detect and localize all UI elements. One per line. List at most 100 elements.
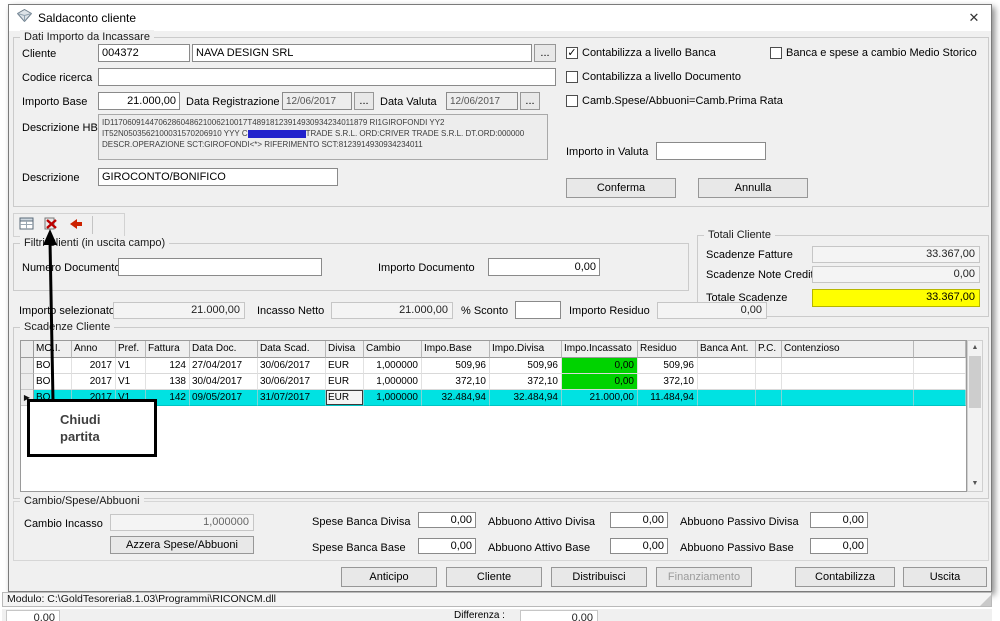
close-icon[interactable]: ✕ bbox=[957, 5, 991, 31]
column-header[interactable]: MO.I. bbox=[34, 341, 72, 358]
abbuono-passivo-divisa-field[interactable] bbox=[810, 512, 868, 528]
incasso-netto-value: 21.000,00 bbox=[331, 302, 453, 319]
column-header[interactable]: Impo.Incassato bbox=[562, 341, 638, 358]
grid-cell bbox=[782, 374, 914, 390]
importo-residuo-label: Importo Residuo bbox=[569, 305, 650, 317]
data-registrazione-field[interactable] bbox=[282, 92, 352, 110]
annulla-button[interactable]: Annulla bbox=[698, 178, 808, 198]
column-header[interactable]: Fattura bbox=[146, 341, 190, 358]
column-header[interactable]: Anno bbox=[72, 341, 116, 358]
grid-cell: 21.000,00 bbox=[562, 390, 638, 406]
scroll-down-icon[interactable]: ▼ bbox=[968, 477, 982, 491]
grid-cell: V1 bbox=[116, 374, 146, 390]
redacted-block bbox=[248, 130, 306, 138]
importo-in-valuta-field[interactable] bbox=[656, 142, 766, 160]
resize-grip-icon[interactable] bbox=[980, 595, 991, 606]
annotation-box: Chiudi partita bbox=[27, 399, 157, 457]
data-valuta-browse-button[interactable]: ... bbox=[520, 92, 540, 110]
cliente-name-field[interactable] bbox=[192, 44, 532, 62]
grid-cell: BO bbox=[34, 358, 72, 374]
hb-line1: ID1170609144706286048621006210017T489181… bbox=[102, 117, 544, 128]
conferma-button[interactable]: Conferma bbox=[566, 178, 676, 198]
cliente-button[interactable]: Cliente bbox=[446, 567, 542, 587]
grid-cell: V1 bbox=[116, 358, 146, 374]
contabilizza-button[interactable]: Contabilizza bbox=[795, 567, 895, 587]
column-header[interactable]: Pref. bbox=[116, 341, 146, 358]
abbuono-attivo-divisa-field[interactable] bbox=[610, 512, 668, 528]
checkbox-medio-storico[interactable]: Banca e spese a cambio Medio Storico bbox=[770, 47, 977, 59]
checkbox-box: ✓ bbox=[566, 47, 578, 59]
distribuisci-button[interactable]: Distribuisci bbox=[551, 567, 647, 587]
abbuono-attivo-base-field[interactable] bbox=[610, 538, 668, 554]
abbuono-passivo-base-label: Abbuono Passivo Base bbox=[680, 542, 794, 554]
abbuono-attivo-divisa-label: Abbuono Attivo Divisa bbox=[488, 516, 595, 528]
codice-ricerca-field[interactable] bbox=[98, 68, 556, 86]
column-header[interactable]: Cambio bbox=[364, 341, 422, 358]
checkbox-contabilizza-banca[interactable]: ✓ Contabilizza a livello Banca bbox=[566, 47, 716, 59]
spese-banca-base-field[interactable] bbox=[418, 538, 476, 554]
abbuono-passivo-base-field[interactable] bbox=[810, 538, 868, 554]
checkbox-camb-spese[interactable]: Camb.Spese/Abbuoni=Camb.Prima Rata bbox=[566, 95, 783, 107]
status-bar: Modulo: C:\GoldTesoreria8.1.03\Programmi… bbox=[2, 592, 992, 607]
grid-cell: 1,000000 bbox=[364, 390, 422, 406]
grid-icon[interactable] bbox=[17, 215, 41, 237]
toolbar bbox=[13, 213, 125, 237]
column-header[interactable]: Data Scad. bbox=[258, 341, 326, 358]
app-icon bbox=[17, 9, 32, 27]
descrizione-field[interactable] bbox=[98, 168, 338, 186]
finanziamento-button[interactable]: Finanziamento bbox=[656, 567, 752, 587]
grid-cell: 509,96 bbox=[422, 358, 490, 374]
grid-cell: 509,96 bbox=[638, 358, 698, 374]
importo-residuo-value: 0,00 bbox=[657, 302, 767, 319]
importo-base-field[interactable] bbox=[98, 92, 180, 110]
numero-documento-field[interactable] bbox=[118, 258, 322, 276]
cliente-code-field[interactable] bbox=[98, 44, 190, 62]
background-window-strip: 0,00 Differenza : 0,00 bbox=[2, 609, 992, 621]
spese-banca-divisa-field[interactable] bbox=[418, 512, 476, 528]
grid-cell: 0,00 bbox=[562, 358, 638, 374]
differenza-value: 0,00 bbox=[520, 610, 598, 621]
data-registrazione-label: Data Registrazione bbox=[186, 96, 280, 108]
status-text: Modulo: C:\GoldTesoreria8.1.03\Programmi… bbox=[7, 593, 276, 605]
column-header[interactable]: Residuo bbox=[638, 341, 698, 358]
checkbox-label: Camb.Spese/Abbuoni=Camb.Prima Rata bbox=[582, 95, 783, 107]
importo-documento-field[interactable] bbox=[488, 258, 600, 276]
checkbox-box bbox=[770, 47, 782, 59]
totale-scadenze-value: 33.367,00 bbox=[812, 289, 980, 307]
grid-cell-filler bbox=[914, 390, 966, 406]
data-registrazione-browse-button[interactable]: ... bbox=[354, 92, 374, 110]
column-header[interactable]: Contenzioso bbox=[782, 341, 914, 358]
grid-row[interactable]: ▶BO2017V114209/05/201731/07/2017EUR1,000… bbox=[21, 390, 966, 406]
cambio-incasso-value[interactable]: 1,000000 bbox=[110, 514, 254, 531]
checkbox-contabilizza-documento[interactable]: Contabilizza a livello Documento bbox=[566, 71, 741, 83]
uscita-button[interactable]: Uscita bbox=[903, 567, 987, 587]
column-header[interactable]: Impo.Base bbox=[422, 341, 490, 358]
sconto-field[interactable] bbox=[515, 301, 561, 319]
grid-vertical-scrollbar[interactable]: ▲ ▼ bbox=[967, 340, 983, 492]
incasso-netto-label: Incasso Netto bbox=[257, 305, 324, 317]
back-arrow-icon[interactable] bbox=[65, 215, 89, 237]
toolbar-separator bbox=[92, 216, 93, 234]
data-valuta-field[interactable] bbox=[446, 92, 518, 110]
grid-cell: EUR bbox=[326, 374, 364, 390]
title-bar[interactable]: Saldaconto cliente ✕ bbox=[9, 5, 991, 31]
cliente-browse-button[interactable]: ... bbox=[534, 44, 556, 62]
scroll-up-icon[interactable]: ▲ bbox=[968, 341, 982, 355]
sconto-label: % Sconto bbox=[461, 305, 508, 317]
azzera-spese-button[interactable]: Azzera Spese/Abbuoni bbox=[110, 536, 254, 554]
abbuono-passivo-divisa-label: Abbuono Passivo Divisa bbox=[680, 516, 799, 528]
grid-row[interactable]: BO2017V112427/04/201730/06/2017EUR1,0000… bbox=[21, 358, 966, 374]
chiudi-partita-icon[interactable] bbox=[41, 215, 65, 237]
column-header[interactable]: Banca Ant. bbox=[698, 341, 756, 358]
scrollbar-thumb[interactable] bbox=[969, 356, 981, 408]
importo-documento-label: Importo Documento bbox=[378, 262, 475, 274]
column-header[interactable]: P.C. bbox=[756, 341, 782, 358]
column-header[interactable]: Impo.Divisa bbox=[490, 341, 562, 358]
column-header[interactable]: Divisa bbox=[326, 341, 364, 358]
anticipo-button[interactable]: Anticipo bbox=[341, 567, 437, 587]
grid-body: BO2017V112427/04/201730/06/2017EUR1,0000… bbox=[21, 358, 966, 406]
column-header[interactable]: Data Doc. bbox=[190, 341, 258, 358]
grid-row[interactable]: BO2017V113830/04/201730/06/2017EUR1,0000… bbox=[21, 374, 966, 390]
checkbox-label: Contabilizza a livello Documento bbox=[582, 71, 741, 83]
grid-cell: 1,000000 bbox=[364, 358, 422, 374]
